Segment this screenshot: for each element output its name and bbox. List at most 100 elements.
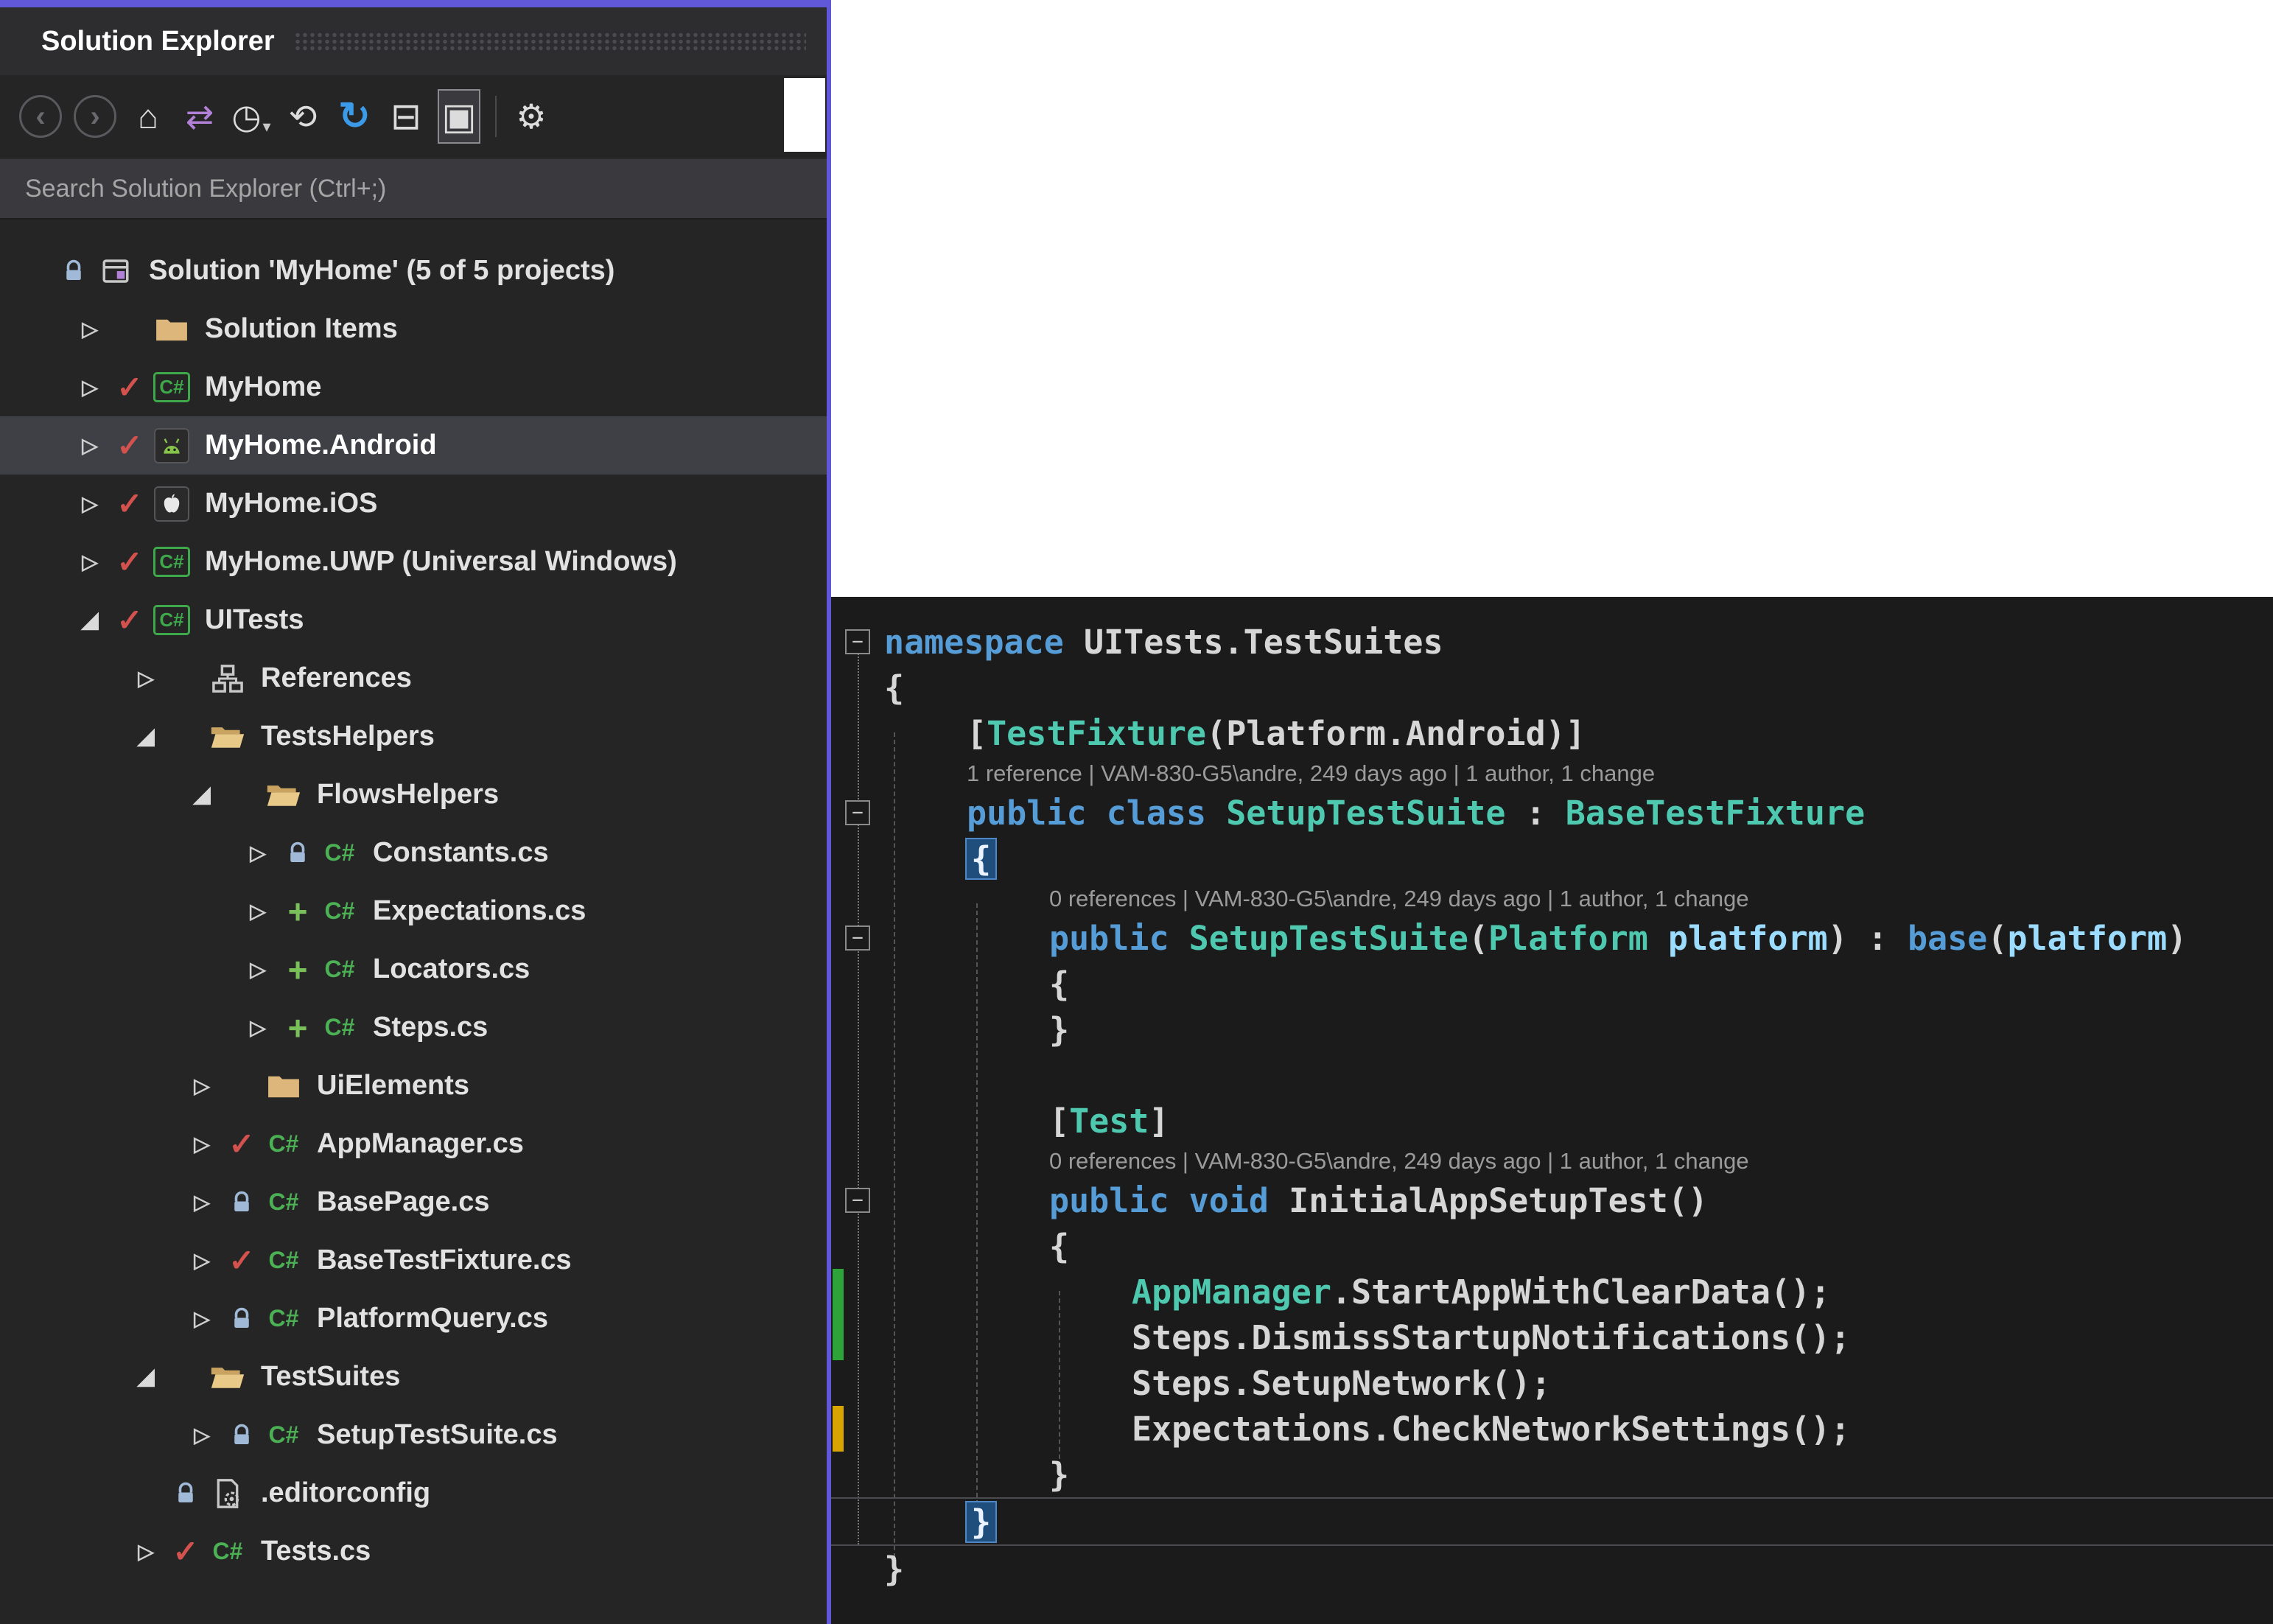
- item-icon-slot: [149, 486, 195, 522]
- properties-icon[interactable]: ⚙: [511, 91, 551, 142]
- tree-item-basepage-cs[interactable]: ▷ C# BasePage.cs: [0, 1173, 827, 1231]
- chevron-collapsed-icon[interactable]: ▷: [181, 1306, 223, 1331]
- collapse-minus-icon[interactable]: −: [845, 925, 870, 951]
- tree-item-tests-cs[interactable]: ▷ ✓ C# Tests.cs: [0, 1522, 827, 1581]
- tree-item-myhome-android[interactable]: ▷ ✓ MyHome.Android: [0, 416, 827, 475]
- code-line[interactable]: − namespace UITests.TestSuites: [831, 619, 2273, 665]
- chevron-collapsed-icon[interactable]: ▷: [181, 1074, 223, 1098]
- tree-item-steps-cs[interactable]: ▷ + C# Steps.cs: [0, 998, 827, 1057]
- code-line[interactable]: {: [831, 1223, 2273, 1269]
- tree-item-solution-myhome-5-of-5-projects[interactable]: Solution 'MyHome' (5 of 5 projects): [0, 242, 827, 300]
- tree-item-platformquery-cs[interactable]: ▷ C# PlatformQuery.cs: [0, 1289, 827, 1348]
- tree-item-basetestfixture-cs[interactable]: ▷ ✓ C# BaseTestFixture.cs: [0, 1231, 827, 1289]
- search-box[interactable]: Search Solution Explorer (Ctrl+;): [0, 158, 827, 220]
- tree-item-editorconfig[interactable]: .editorconfig: [0, 1464, 827, 1522]
- navigate-back-icon[interactable]: ‹: [19, 95, 62, 138]
- chevron-expanded-icon[interactable]: ◢: [125, 1364, 167, 1390]
- chevron-collapsed-icon[interactable]: ▷: [237, 841, 279, 865]
- home-icon[interactable]: ⌂: [128, 91, 168, 142]
- chevron-expanded-icon[interactable]: ◢: [69, 607, 111, 633]
- codelens-text[interactable]: 0 references | VAM-830-G5\andre, 249 day…: [884, 1149, 1749, 1172]
- code-line[interactable]: [831, 1052, 2273, 1098]
- code-line[interactable]: − public SetupTestSuite(Platform platform…: [831, 915, 2273, 961]
- tree-item-references[interactable]: ▷ References: [0, 649, 827, 707]
- code-line[interactable]: }: [831, 1546, 2273, 1592]
- code-text: AppManager.StartAppWithClearData();: [884, 1275, 1830, 1309]
- code-line[interactable]: − public void InitialAppSetupTest(): [831, 1177, 2273, 1223]
- chevron-collapsed-icon[interactable]: ▷: [181, 1423, 223, 1447]
- code-line[interactable]: [TestFixture(Platform.Android)]: [831, 710, 2273, 756]
- codelens-line[interactable]: 0 references | VAM-830-G5\andre, 249 day…: [831, 881, 2273, 915]
- token-pl: {: [884, 668, 905, 707]
- chevron-collapsed-icon[interactable]: ▷: [181, 1190, 223, 1214]
- code-line[interactable]: AppManager.StartAppWithClearData();: [831, 1269, 2273, 1315]
- tree-item-uielements[interactable]: ▷ UiElements: [0, 1057, 827, 1115]
- collapse-minus-icon[interactable]: −: [845, 800, 870, 825]
- tree-item-label: PlatformQuery.cs: [317, 1303, 548, 1334]
- tree-item-appmanager-cs[interactable]: ▷ ✓ C# AppManager.cs: [0, 1115, 827, 1173]
- chevron-collapsed-icon[interactable]: ▷: [69, 550, 111, 574]
- tree-item-myhome-uwp-universal-windows[interactable]: ▷ ✓ C# MyHome.UWP (Universal Windows): [0, 533, 827, 591]
- tree-item-expectations-cs[interactable]: ▷ + C# Expectations.cs: [0, 882, 827, 940]
- refresh-icon[interactable]: ⟲: [283, 91, 323, 142]
- folder-icon: [156, 319, 187, 340]
- item-icon-slot: C#: [261, 1247, 307, 1274]
- outline-collapse-box[interactable]: −: [831, 1188, 884, 1213]
- code-line[interactable]: {: [831, 836, 2273, 881]
- codelens-text[interactable]: 0 references | VAM-830-G5\andre, 249 day…: [884, 887, 1749, 910]
- collapse-minus-icon[interactable]: −: [845, 629, 870, 654]
- code-line[interactable]: {: [831, 961, 2273, 1007]
- code-editor[interactable]: − namespace UITests.TestSuites{[TestFixtu…: [831, 597, 2273, 1624]
- outline-collapse-box[interactable]: −: [831, 800, 884, 825]
- code-line[interactable]: }: [831, 1497, 2273, 1546]
- chevron-collapsed-icon[interactable]: ▷: [181, 1132, 223, 1156]
- outline-collapse-box[interactable]: −: [831, 925, 884, 951]
- tree-item-flowshelpers[interactable]: ◢ FlowsHelpers: [0, 766, 827, 824]
- code-line[interactable]: }: [831, 1007, 2273, 1052]
- csharp-file-icon: C#: [268, 1305, 299, 1331]
- code-line[interactable]: Steps.DismissStartupNotifications();: [831, 1315, 2273, 1360]
- codelens-line[interactable]: 0 references | VAM-830-G5\andre, 249 day…: [831, 1144, 2273, 1177]
- chevron-collapsed-icon[interactable]: ▷: [69, 491, 111, 516]
- codelens-text[interactable]: 1 reference | VAM-830-G5\andre, 249 days…: [884, 762, 1655, 785]
- pending-changes-filter-icon[interactable]: ◷ ▾: [231, 91, 271, 142]
- code-line[interactable]: }: [831, 1452, 2273, 1497]
- tree-item-testsuites[interactable]: ◢ TestSuites: [0, 1348, 827, 1406]
- navigate-forward-icon[interactable]: ›: [74, 95, 116, 138]
- sync-with-active-document-icon[interactable]: ⇄: [180, 91, 220, 142]
- chevron-collapsed-icon[interactable]: ▷: [69, 317, 111, 341]
- chevron-expanded-icon[interactable]: ◢: [125, 724, 167, 749]
- titlebar-grip-texture[interactable]: [293, 32, 806, 51]
- tree-item-locators-cs[interactable]: ▷ + C# Locators.cs: [0, 940, 827, 998]
- code-line[interactable]: [Test]: [831, 1098, 2273, 1144]
- tree-item-myhome-ios[interactable]: ▷ ✓ MyHome.iOS: [0, 475, 827, 533]
- chevron-collapsed-icon[interactable]: ▷: [125, 666, 167, 690]
- outline-collapse-box[interactable]: −: [831, 629, 884, 654]
- token-pl: {: [1049, 964, 1070, 1004]
- codelens-line[interactable]: 1 reference | VAM-830-G5\andre, 249 days…: [831, 756, 2273, 790]
- chevron-collapsed-icon[interactable]: ▷: [69, 433, 111, 458]
- chevron-expanded-icon[interactable]: ◢: [181, 782, 223, 808]
- chevron-collapsed-icon[interactable]: ▷: [181, 1248, 223, 1273]
- show-all-files-icon[interactable]: ▣: [438, 89, 480, 144]
- tree-item-myhome[interactable]: ▷ ✓ C# MyHome: [0, 358, 827, 416]
- tree-item-testshelpers[interactable]: ◢ TestsHelpers: [0, 707, 827, 766]
- collapse-minus-icon[interactable]: −: [845, 1188, 870, 1213]
- collapse-all-icon[interactable]: ⊟: [386, 91, 426, 142]
- sync-icon[interactable]: ↻: [335, 91, 374, 142]
- chevron-collapsed-icon[interactable]: ▷: [69, 375, 111, 399]
- chevron-collapsed-icon[interactable]: ▷: [237, 957, 279, 981]
- code-line[interactable]: Steps.SetupNetwork();: [831, 1360, 2273, 1406]
- tree-item-uitests[interactable]: ◢ ✓ C# UITests: [0, 591, 827, 649]
- code-line[interactable]: Expectations.CheckNetworkSettings();: [831, 1406, 2273, 1452]
- code-line[interactable]: − public class SetupTestSuite : BaseTestF…: [831, 790, 2273, 836]
- tree-item-label: Solution Items: [205, 313, 398, 344]
- code-text: [Test]: [884, 1105, 1169, 1138]
- tree-item-constants-cs[interactable]: ▷ C# Constants.cs: [0, 824, 827, 882]
- chevron-collapsed-icon[interactable]: ▷: [237, 899, 279, 923]
- chevron-collapsed-icon[interactable]: ▷: [125, 1539, 167, 1564]
- code-line[interactable]: {: [831, 665, 2273, 710]
- tree-item-setuptestsuite-cs[interactable]: ▷ C# SetupTestSuite.cs: [0, 1406, 827, 1464]
- chevron-collapsed-icon[interactable]: ▷: [237, 1015, 279, 1040]
- tree-item-solution-items[interactable]: ▷ Solution Items: [0, 300, 827, 358]
